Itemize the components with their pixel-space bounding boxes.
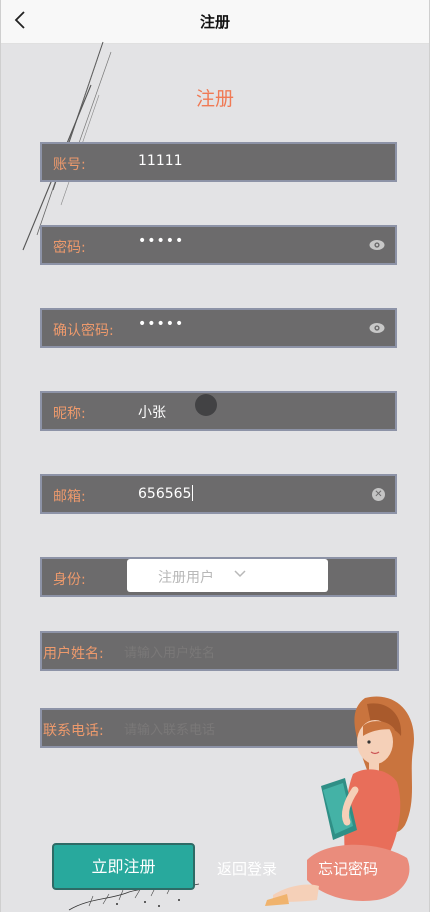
email-label: 邮箱: bbox=[53, 489, 86, 505]
account-label: 账号: bbox=[53, 157, 86, 173]
phone-input[interactable]: 请输入联系电话 bbox=[124, 719, 215, 738]
username-field[interactable]: 用户姓名: 请输入用户姓名 bbox=[40, 631, 399, 671]
confirm-password-value[interactable]: ••••• bbox=[138, 316, 184, 332]
phone-label: 联系电话: bbox=[43, 723, 104, 739]
nickname-field[interactable]: 昵称: 小张 bbox=[40, 391, 397, 431]
password-label: 密码: bbox=[53, 240, 86, 256]
register-screen: 注册 注册 账号: 11111 密码: ••••• 确认密码: ••••• 昵称… bbox=[0, 0, 430, 912]
identity-label: 身份: bbox=[53, 572, 86, 588]
email-value: 656565 bbox=[138, 486, 192, 502]
identity-selected-value: 注册用户 bbox=[158, 570, 214, 586]
eye-icon[interactable] bbox=[369, 321, 385, 335]
account-field[interactable]: 账号: 11111 bbox=[40, 142, 397, 182]
nickname-value[interactable]: 小张 bbox=[138, 402, 166, 422]
identity-select[interactable]: 注册用户 bbox=[127, 559, 328, 592]
nav-bar: 注册 bbox=[1, 0, 429, 44]
account-value[interactable]: 11111 bbox=[138, 153, 183, 169]
nickname-label: 昵称: bbox=[53, 406, 86, 422]
touch-indicator bbox=[195, 394, 217, 416]
username-label: 用户姓名: bbox=[43, 646, 104, 662]
page-title: 注册 bbox=[195, 88, 234, 110]
clear-icon[interactable]: ✕ bbox=[372, 488, 385, 501]
eye-icon[interactable] bbox=[369, 238, 385, 252]
nav-title: 注册 bbox=[199, 13, 230, 31]
password-field[interactable]: 密码: ••••• bbox=[40, 225, 397, 265]
register-button[interactable]: 立即注册 bbox=[52, 843, 195, 890]
email-input[interactable]: 656565 bbox=[138, 485, 194, 502]
password-value[interactable]: ••••• bbox=[138, 233, 184, 249]
back-to-login-link[interactable]: 返回登录 bbox=[217, 858, 277, 879]
text-cursor bbox=[192, 485, 194, 501]
username-input[interactable]: 请输入用户姓名 bbox=[124, 642, 215, 661]
confirm-password-label: 确认密码: bbox=[53, 323, 114, 339]
forgot-password-link[interactable]: 忘记密码 bbox=[318, 858, 378, 879]
confirm-password-field[interactable]: 确认密码: ••••• bbox=[40, 308, 397, 348]
email-field[interactable]: 邮箱: 656565 ✕ bbox=[40, 474, 397, 514]
chevron-down-icon bbox=[234, 570, 246, 578]
